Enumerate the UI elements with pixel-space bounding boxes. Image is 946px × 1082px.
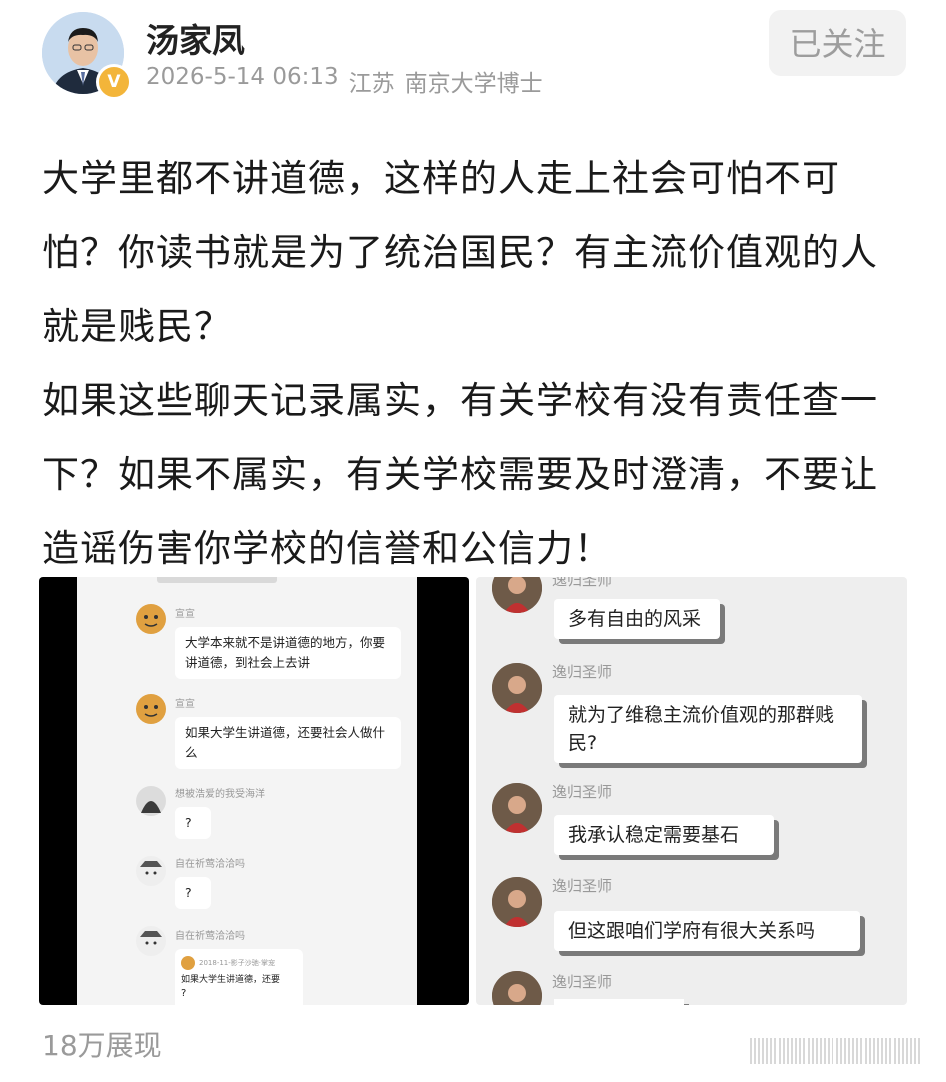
sender-name: 想被浩爱的我受海洋 bbox=[175, 789, 265, 800]
message-text: ? bbox=[181, 988, 187, 999]
sender-name: 逸归圣师 bbox=[552, 877, 613, 895]
sender-name: 逸归圣师 bbox=[552, 577, 613, 589]
sender-avatar bbox=[492, 577, 542, 613]
message-bubble: 就为了维稳主流价值观的那群贱民? bbox=[554, 695, 862, 763]
sender-name: 自在祈莺洽洽吗 bbox=[175, 859, 245, 870]
anime-avatar-icon bbox=[136, 856, 166, 886]
post-image-right[interactable]: 逸归圣师 多有自由的风采 逸归圣师 就为了维稳主流价值观的那群贱民? 逸归圣师 … bbox=[476, 577, 907, 1005]
cropped-bubble bbox=[157, 577, 277, 583]
message-bubble: 我承认稳定需要基石 bbox=[554, 815, 774, 855]
post-text: 大学里都不讲道德，这样的人走上社会可怕不可怕？你读书就是为了统治国民？有主流价值… bbox=[42, 142, 902, 586]
sender-name: 逸归圣师 bbox=[552, 663, 613, 681]
author-name[interactable]: 汤家凤 bbox=[146, 14, 245, 62]
tiger-avatar-icon bbox=[136, 694, 166, 724]
sender-name: 宣宣 bbox=[175, 699, 195, 710]
post-date: 2026-5-14 06:13 bbox=[146, 64, 339, 90]
sender-avatar bbox=[492, 971, 542, 1005]
sender-avatar bbox=[492, 877, 542, 927]
post-location: 江苏 bbox=[348, 71, 395, 97]
message-bubble: ? bbox=[175, 807, 211, 839]
author-title: 南京大学博士 bbox=[404, 71, 543, 97]
sender-name: 逸归圣师 bbox=[552, 783, 613, 801]
follow-button[interactable]: 已关注 bbox=[769, 10, 906, 76]
message-bubble: ? bbox=[175, 877, 211, 909]
user-avatar-icon bbox=[136, 786, 166, 816]
quoted-meta: 2018-11-影子沙驰·掌宠 bbox=[199, 959, 275, 967]
cropped-bubble bbox=[554, 999, 684, 1005]
message-bubble: 大学本来就不是讲道德的地方，你要讲道德，到社会上去讲 bbox=[175, 627, 401, 679]
view-count: 18万展现 bbox=[42, 1029, 162, 1062]
sender-name: 逸归圣师 bbox=[552, 973, 613, 991]
sender-name: 自在祈莺洽洽吗 bbox=[175, 931, 245, 942]
quoted-text: 如果大学生讲道德，还要 bbox=[181, 975, 281, 985]
sender-name: 宣宣 bbox=[175, 609, 195, 620]
quoted-card: 2018-11-影子沙驰·掌宠 bbox=[181, 953, 297, 973]
message-bubble: 多有自由的风采 bbox=[554, 599, 720, 639]
sender-avatar bbox=[492, 663, 542, 713]
chat-screenshot-left: 宣宣 大学本来就不是讲道德的地方，你要讲道德，到社会上去讲 宣宣 如果大学生讲道… bbox=[77, 577, 417, 1005]
sender-avatar bbox=[492, 783, 542, 833]
message-bubble: 但这跟咱们学府有很大关系吗 bbox=[554, 911, 860, 951]
post-image-left[interactable]: 宣宣 大学本来就不是讲道德的地方，你要讲道德，到社会上去讲 宣宣 如果大学生讲道… bbox=[39, 577, 469, 1005]
anime-avatar-icon bbox=[136, 926, 166, 956]
quoted-message-bubble: 2018-11-影子沙驰·掌宠 如果大学生讲道德，还要 ? bbox=[175, 949, 303, 1005]
post-paragraph: 如果这些聊天记录属实，有关学校有没有责任查一下？如果不属实，有关学校需要及时澄清… bbox=[42, 379, 878, 570]
post-paragraph: 大学里都不讲道德，这样的人走上社会可怕不可怕？你读书就是为了统治国民？有主流价值… bbox=[42, 157, 878, 348]
verified-badge-icon: V bbox=[96, 64, 132, 100]
tiger-avatar-icon bbox=[136, 604, 166, 634]
post-meta: 2026-5-14 06:13 江苏 南京大学博士 bbox=[146, 64, 543, 98]
quoted-avatar-icon bbox=[181, 956, 195, 970]
watermark-icon bbox=[750, 1038, 920, 1064]
message-bubble: 如果大学生讲道德，还要社会人做什么 bbox=[175, 717, 401, 769]
